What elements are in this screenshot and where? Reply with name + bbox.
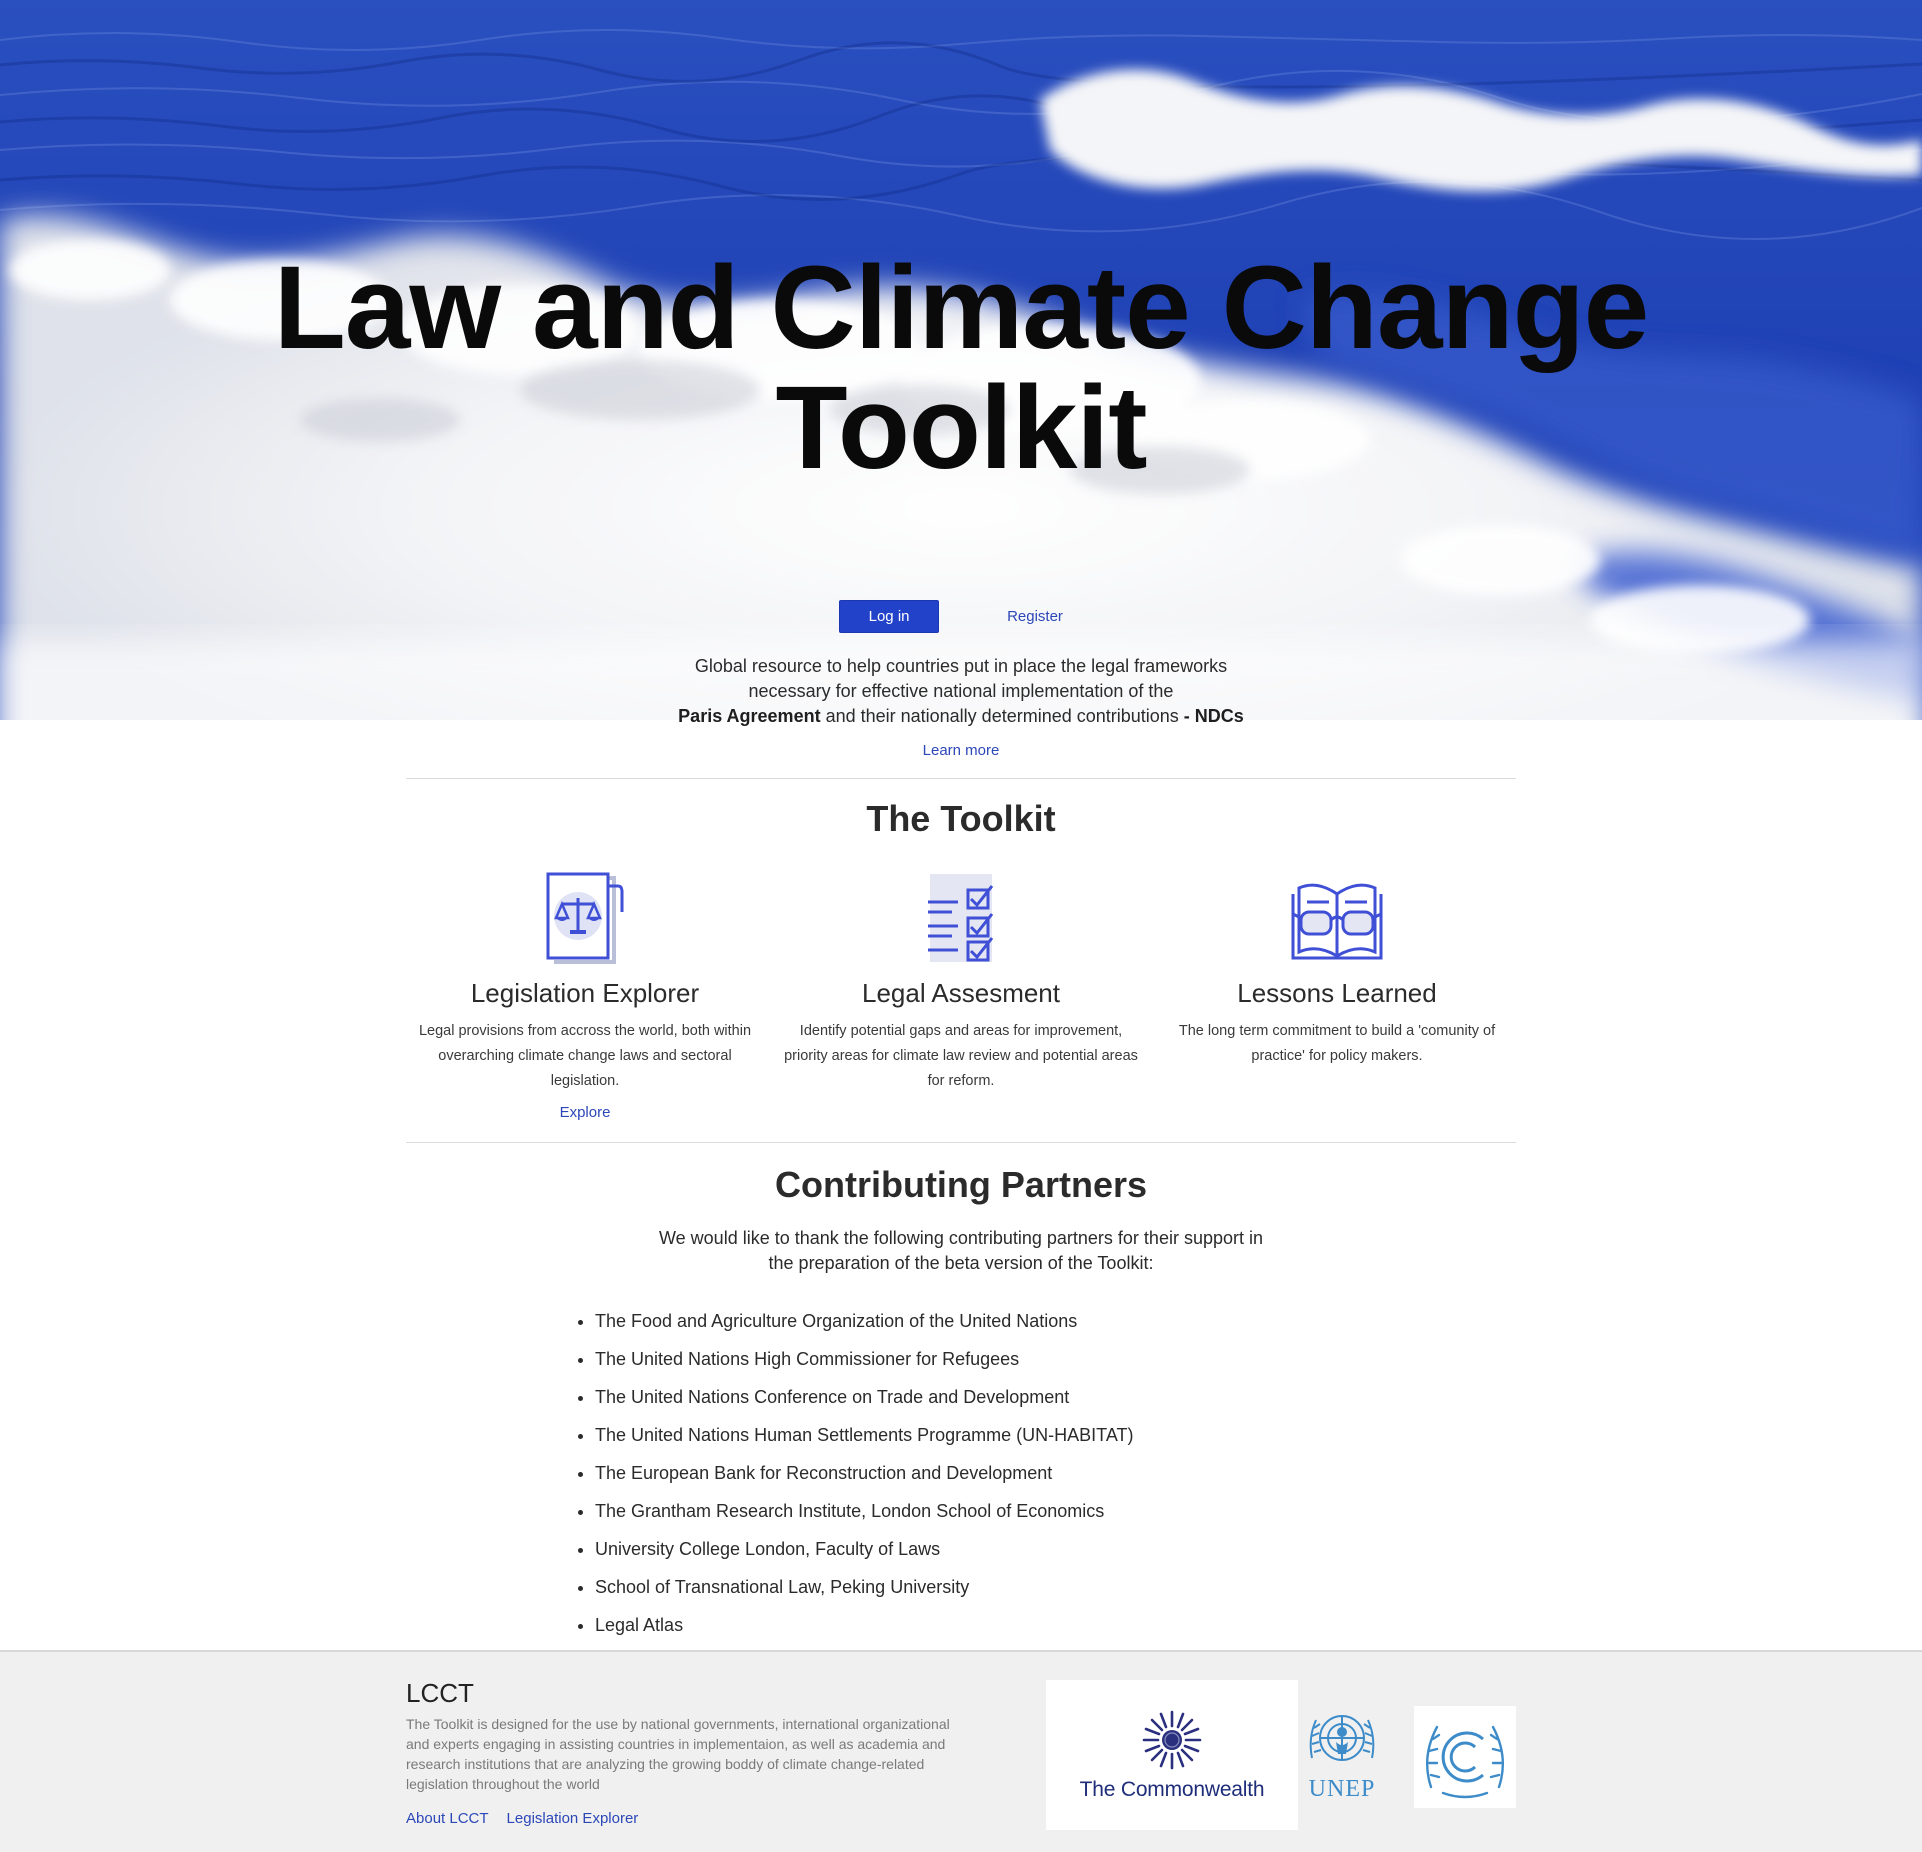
toolkit-card-legislation-explorer: Legislation Explorer Legal provisions fr…	[406, 870, 764, 1122]
un-climate-emblem-icon	[1425, 1725, 1505, 1799]
footer: LCCT The Toolkit is designed for the use…	[0, 1650, 1922, 1852]
page-title: Law and Climate Change Toolkit	[0, 248, 1922, 488]
card-description: The long term commitment to build a 'com…	[1178, 1023, 1496, 1064]
toolkit-cards: Legislation Explorer Legal provisions fr…	[406, 870, 1516, 1122]
list-item: The European Bank for Reconstruction and…	[595, 1454, 1134, 1492]
list-item: The United Nations Conference on Trade a…	[595, 1378, 1134, 1416]
unep-emblem-icon	[1309, 1715, 1375, 1761]
commonwealth-name: The Commonwealth	[1079, 1778, 1265, 1801]
page-title-line2: Toolkit	[775, 362, 1148, 494]
footer-description: The Toolkit is designed for the use by n…	[406, 1716, 950, 1792]
card-heading: Legal Assesment	[861, 978, 1060, 1008]
toolkit-title: The Toolkit	[866, 798, 1056, 839]
intro-line2: necessary for effective national impleme…	[748, 681, 1174, 701]
toolkit-card-legal-assesment: Legal Assesment Identify potential gaps …	[782, 870, 1140, 1122]
hero-banner: Law and Climate Change Toolkit Log in Re…	[0, 0, 1922, 800]
list-item: The United Nations High Commissioner for…	[595, 1340, 1134, 1378]
partners-list: The Food and Agriculture Organization of…	[595, 1302, 1134, 1644]
partners-intro: We would like to thank the following con…	[0, 1226, 1922, 1276]
list-item: Legal Atlas	[595, 1606, 1134, 1644]
commonwealth-globe-icon	[1142, 1710, 1202, 1770]
divider	[406, 778, 1516, 779]
about-lcct-link[interactable]: About LCCT	[406, 1810, 489, 1827]
ndcs-text: - NDCs	[1183, 706, 1244, 726]
book-glasses-icon	[1158, 870, 1516, 970]
unep-logo: UNEP	[1300, 1702, 1384, 1812]
partners-intro-line2: the preparation of the beta version of t…	[768, 1253, 1154, 1273]
commonwealth-logo: The Commonwealth	[1046, 1680, 1298, 1830]
unep-name: UNEP	[1308, 1776, 1376, 1802]
toolkit-card-lessons-learned: Lessons Learned The long term commitment…	[1158, 870, 1516, 1122]
card-heading: Lessons Learned	[1237, 978, 1437, 1008]
card-description: Legal provisions from accross the world,…	[418, 1023, 752, 1089]
list-item: School of Transnational Law, Peking Univ…	[595, 1568, 1134, 1606]
intro-line1: Global resource to help countries put in…	[694, 656, 1228, 676]
footer-links: About LCCT Legislation Explorer	[406, 1810, 638, 1827]
explore-link[interactable]: Explore	[560, 1104, 611, 1121]
intro-line3-middle: and their nationally determined contribu…	[820, 706, 1184, 726]
list-item: The United Nations Human Settlements Pro…	[595, 1416, 1134, 1454]
login-button[interactable]: Log in	[839, 600, 940, 633]
legislation-explorer-link[interactable]: Legislation Explorer	[507, 1810, 639, 1827]
list-item: The Grantham Research Institute, London …	[595, 1492, 1134, 1530]
legislation-scales-icon	[406, 870, 764, 970]
auth-actions: Log in Register	[0, 600, 1922, 633]
list-item: University College London, Faculty of La…	[595, 1530, 1134, 1568]
learn-more-link[interactable]: Learn more	[923, 742, 1000, 759]
footer-brand: LCCT	[406, 1678, 474, 1708]
un-climate-change-logo	[1414, 1706, 1516, 1808]
intro-text: Global resource to help countries put in…	[0, 654, 1922, 729]
intro-line3: Paris Agreement and their nationally det…	[0, 704, 1922, 729]
list-item: The Food and Agriculture Organization of…	[595, 1302, 1134, 1340]
checklist-icon	[782, 870, 1140, 970]
page-title-line1: Law and Climate Change	[273, 242, 1650, 374]
card-description: Identify potential gaps and areas for im…	[784, 1023, 1138, 1089]
register-link[interactable]: Register	[987, 608, 1083, 625]
learn-more-row: Learn more	[0, 742, 1922, 759]
divider	[406, 1142, 1516, 1143]
partners-intro-line1: We would like to thank the following con…	[659, 1228, 1263, 1248]
card-heading: Legislation Explorer	[470, 978, 700, 1008]
paris-agreement-text: Paris Agreement	[678, 706, 821, 726]
partners-title: Contributing Partners	[774, 1164, 1147, 1205]
